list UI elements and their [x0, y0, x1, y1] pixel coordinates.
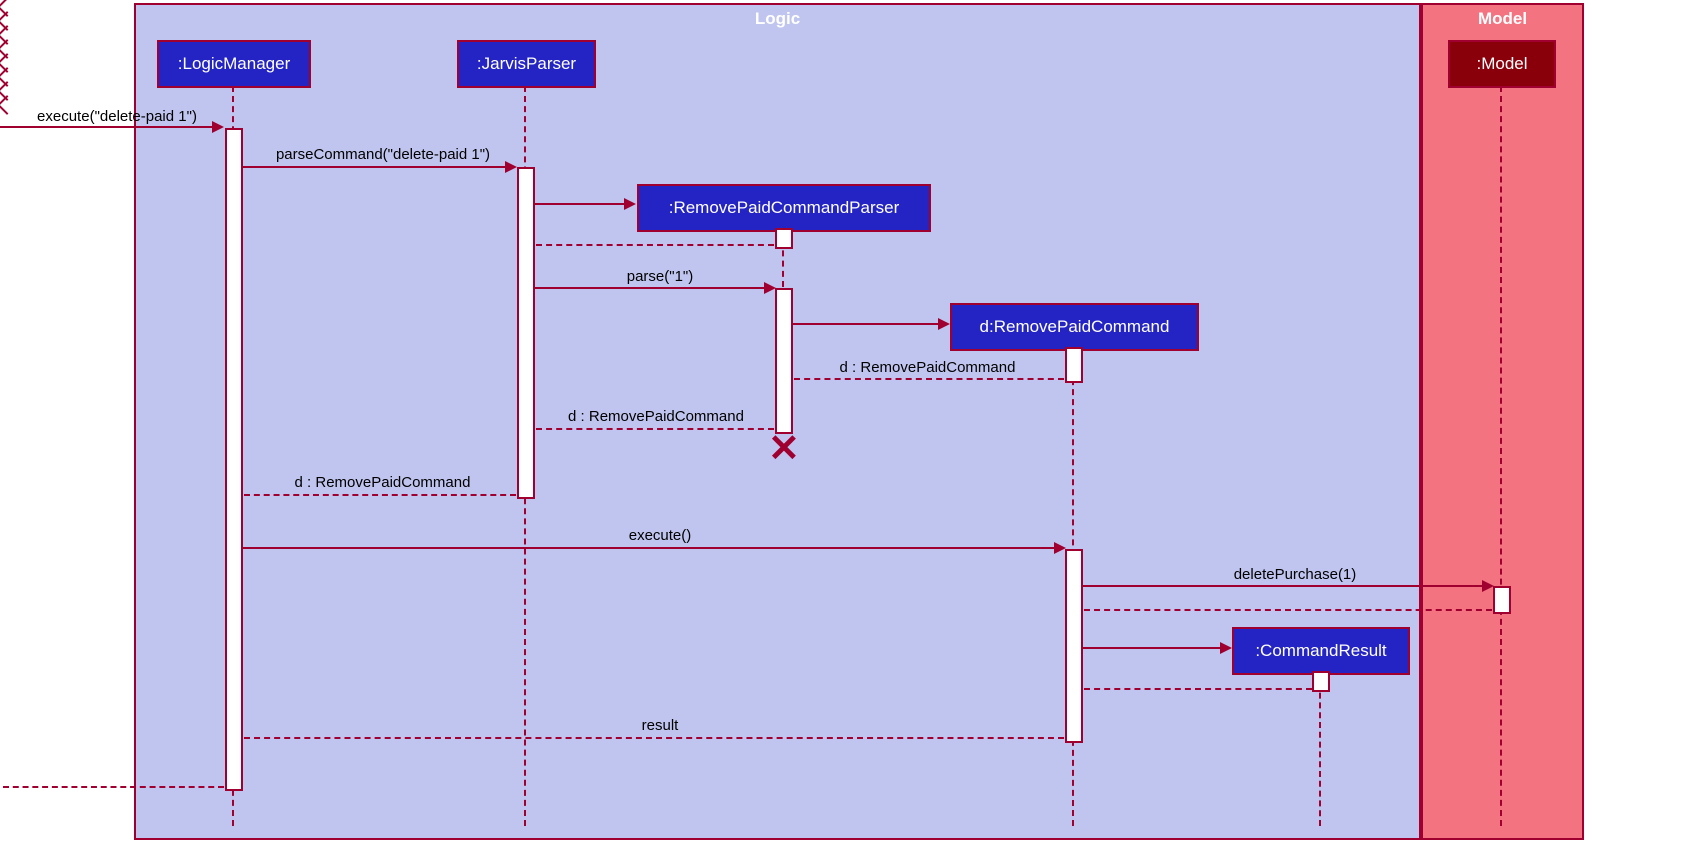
arrow-16 [3, 786, 224, 788]
msg-delete-purchase: deletePurchase(1) [1200, 566, 1390, 583]
msg-parse: parse("1") [565, 268, 755, 285]
frame-model-label: Model [1470, 7, 1535, 31]
arrowhead-13 [1220, 642, 1232, 654]
msg-parse-command: parseCommand("delete-paid 1") [250, 146, 516, 163]
arrow-11 [1081, 585, 1491, 587]
msg-execute-2: execute() [565, 527, 755, 544]
sequence-diagram: Logic Model :LogicManager :JarvisParser … [0, 0, 1699, 842]
arrow-5 [533, 287, 773, 289]
frame-model: Model [1421, 3, 1584, 840]
arrow-15 [244, 737, 1064, 739]
activation-cr [1312, 671, 1330, 692]
lifeline-model [1500, 86, 1502, 826]
participant-jarvis-parser: :JarvisParser [457, 40, 596, 88]
activation-jarvis-parser [517, 167, 535, 499]
arrow-8 [536, 428, 774, 430]
activation-logic-manager [225, 128, 243, 791]
participant-remove-paid-command-parser: :RemovePaidCommandParser [637, 184, 931, 232]
arrowhead-1 [212, 121, 224, 133]
lifeline-command-result [1319, 673, 1321, 826]
msg-return-d3: d : RemovePaidCommand [250, 474, 515, 491]
msg-result: result [580, 717, 740, 734]
arrow-14 [1084, 688, 1312, 690]
arrowhead-3 [624, 198, 636, 210]
arrowhead-11 [1482, 580, 1494, 592]
activation-rpc-1 [1065, 347, 1083, 383]
participant-model: :Model [1448, 40, 1556, 88]
msg-execute-1: execute("delete-paid 1") [12, 108, 222, 125]
arrowhead-6 [938, 318, 950, 330]
arrow-10 [241, 547, 1063, 549]
activation-rpc-2 [1065, 549, 1083, 743]
arrow-12 [1084, 609, 1492, 611]
arrow-1 [0, 126, 222, 128]
arrow-3 [533, 203, 633, 205]
arrowhead-5 [764, 282, 776, 294]
participant-command-result: :CommandResult [1232, 627, 1410, 675]
msg-return-d1: d : RemovePaidCommand [795, 359, 1060, 376]
msg-return-d2: d : RemovePaidCommand [540, 408, 772, 425]
arrow-2 [241, 166, 515, 168]
arrow-7 [794, 378, 1064, 380]
arrow-13 [1081, 647, 1229, 649]
arrow-9 [244, 494, 516, 496]
arrow-6 [791, 323, 947, 325]
activation-rpcp-1 [775, 228, 793, 249]
participant-remove-paid-command: d:RemovePaidCommand [950, 303, 1199, 351]
arrowhead-10 [1054, 542, 1066, 554]
arrow-4 [536, 244, 774, 246]
frame-logic-label: Logic [747, 7, 808, 31]
activation-model [1493, 586, 1511, 614]
activation-rpcp-2 [775, 288, 793, 434]
participant-logic-manager: :LogicManager [157, 40, 311, 88]
destroy-rpcp: ✕ [768, 426, 800, 471]
arrowhead-2 [505, 161, 517, 173]
